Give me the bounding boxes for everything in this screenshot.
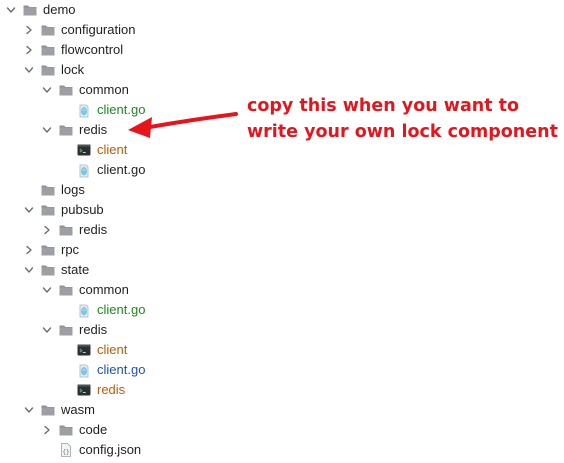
folder-icon	[58, 222, 74, 238]
tree-item-label: client.go	[97, 302, 146, 317]
chevron-right-icon[interactable]	[40, 220, 54, 240]
tree-item-label: wasm	[61, 402, 95, 417]
folder-icon	[58, 122, 74, 138]
tree-file-row[interactable]: {} config.json	[40, 440, 141, 460]
folder-icon	[40, 262, 56, 278]
annotation-text: copy this when you want to write your ow…	[247, 93, 558, 145]
go-file-icon	[76, 302, 92, 318]
tree-item-label: client.go	[97, 162, 146, 177]
tree-folder-row[interactable]: flowcontrol	[22, 40, 123, 60]
tree-folder-row[interactable]: redis	[40, 220, 107, 240]
annotation-line-1: copy this when you want to	[247, 96, 520, 116]
tree-folder-row[interactable]: common	[40, 80, 129, 100]
tree-folder-row[interactable]: redis	[40, 320, 107, 340]
chevron-down-icon[interactable]	[40, 80, 54, 100]
tree-item-label: redis	[79, 222, 108, 237]
chevron-down-icon[interactable]	[40, 280, 54, 300]
tree-item-label: rpc	[61, 242, 80, 257]
tree-file-row[interactable]: client.go	[58, 300, 145, 320]
chevron-down-icon[interactable]	[22, 60, 36, 80]
chevron-down-icon[interactable]	[40, 120, 54, 140]
tree-folder-row[interactable]: state	[22, 260, 89, 280]
tree-item-label: demo	[43, 2, 76, 17]
project-tree: demo configuration flowcontrol lock common cl…	[0, 0, 240, 463]
tree-folder-row[interactable]: configuration	[22, 20, 135, 40]
executable-icon	[76, 142, 92, 158]
chevron-down-icon[interactable]	[22, 400, 36, 420]
tree-folder-row[interactable]: redis	[40, 120, 107, 140]
tree-item-label: flowcontrol	[61, 42, 124, 57]
folder-icon	[40, 22, 56, 38]
chevron-right-icon[interactable]	[22, 20, 36, 40]
folder-icon	[40, 402, 56, 418]
folder-icon	[40, 62, 56, 78]
folder-icon	[58, 422, 74, 438]
tree-item-label: client.go	[97, 362, 146, 377]
tree-folder-row[interactable]: common	[40, 280, 129, 300]
go-file-icon	[76, 362, 92, 378]
go-file-icon	[76, 102, 92, 118]
chevron-right-icon[interactable]	[22, 240, 36, 260]
folder-icon	[40, 182, 56, 198]
tree-item-label: client	[97, 342, 128, 357]
tree-item-label: code	[79, 422, 108, 437]
executable-icon	[76, 382, 92, 398]
folder-icon	[58, 322, 74, 338]
folder-icon	[58, 82, 74, 98]
tree-folder-row[interactable]: logs	[22, 180, 85, 200]
folder-icon	[40, 202, 56, 218]
tree-file-row[interactable]: client	[58, 140, 127, 160]
tree-item-label: config.json	[79, 442, 142, 457]
chevron-down-icon[interactable]	[22, 200, 36, 220]
go-file-icon	[76, 162, 92, 178]
chevron-down-icon[interactable]	[4, 0, 18, 20]
chevron-down-icon[interactable]	[40, 320, 54, 340]
tree-item-label: redis	[97, 382, 126, 397]
tree-folder-row[interactable]: pubsub	[22, 200, 104, 220]
tree-item-label: redis	[79, 322, 108, 337]
tree-item-label: common	[79, 82, 129, 97]
annotation-line-2: write your own lock component	[247, 122, 558, 142]
chevron-right-icon[interactable]	[40, 420, 54, 440]
tree-item-label: lock	[61, 62, 85, 77]
tree-folder-row[interactable]: code	[40, 420, 107, 440]
tree-folder-row[interactable]: rpc	[22, 240, 79, 260]
chevron-right-icon[interactable]	[22, 40, 36, 60]
tree-item-label: configuration	[61, 22, 136, 37]
tree-item-label: redis	[79, 122, 108, 137]
json-file-icon: {}	[58, 442, 74, 458]
chevron-down-icon[interactable]	[22, 260, 36, 280]
tree-file-row[interactable]: client.go	[58, 360, 145, 380]
tree-file-row[interactable]: redis	[58, 380, 125, 400]
tree-item-label: client.go	[97, 102, 146, 117]
folder-icon	[40, 242, 56, 258]
tree-file-row[interactable]: client.go	[58, 100, 145, 120]
tree-file-row[interactable]: client	[58, 340, 127, 360]
tree-item-label: logs	[61, 182, 85, 197]
tree-folder-row[interactable]: lock	[22, 60, 84, 80]
executable-icon	[76, 342, 92, 358]
folder-icon	[58, 282, 74, 298]
tree-file-row[interactable]: client.go	[58, 160, 145, 180]
tree-folder-row[interactable]: wasm	[22, 400, 95, 420]
tree-item-label: common	[79, 282, 129, 297]
tree-folder-row[interactable]: demo	[4, 0, 76, 20]
folder-icon	[40, 42, 56, 58]
tree-item-label: pubsub	[61, 202, 104, 217]
tree-item-label: client	[97, 142, 128, 157]
folder-icon	[22, 2, 38, 18]
tree-item-label: state	[61, 262, 90, 277]
svg-text:{}: {}	[62, 449, 69, 456]
